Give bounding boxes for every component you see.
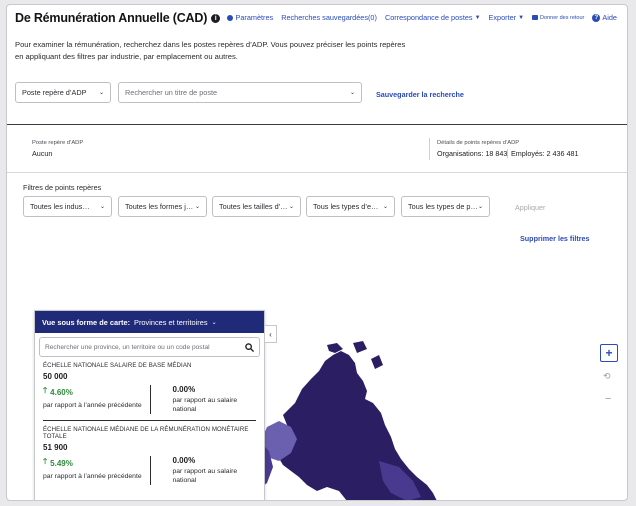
divider [7,124,627,125]
arrow-up-icon: 🡑 [43,457,48,466]
feedback-link[interactable]: Donner des retour [532,15,584,21]
stat-title: ÉCHELLE NATIONALE SALAIRE DE BASE MÉDIAN [43,362,192,369]
collapse-panel-button[interactable]: ‹ [265,325,277,343]
legal-form-filter[interactable]: Toutes les formes j… ⌄ [118,196,207,217]
legal-form-filter-value: Toutes les formes j… [125,202,194,211]
stat-note: par rapport à l’année précédente [43,402,142,409]
reset-icon[interactable]: ⟲ [603,371,611,382]
stat-block-base-salary: ÉCHELLE NATIONALE SALAIRE DE BASE MÉDIAN… [35,362,264,414]
export-label: Exporter [488,13,517,22]
chevron-down-icon: ⌄ [288,204,294,210]
stat-value: 50 000 [43,372,68,381]
stat-pct-value: 0.00% [172,456,196,465]
stat-note: par rapport au salaire national [172,468,238,484]
size-filter-value: Toutes les tailles d’… [219,202,288,211]
job-title-placeholder: Rechercher un titre de poste [125,88,218,97]
intro-text: Pour examiner la rémunération, recherche… [15,40,406,61]
chevron-down-icon: ⌄ [99,204,105,210]
employment-type-filter-value: Tous les types d’e… [313,202,379,211]
benchmark-value: Aucun [32,149,53,158]
region-search-placeholder: Rechercher une province, un territoire o… [45,343,210,351]
gear-icon [227,14,234,21]
arrow-up-icon: 🡑 [43,386,48,395]
stat-pct: 🡑 4.60% [43,385,144,399]
minus-icon[interactable]: − [605,393,611,405]
stat-block-total-cash: ÉCHELLE NATIONALE MÉDIANE DE LA RÉMUNÉRA… [35,426,264,485]
chevron-down-icon: ⌄ [382,204,388,210]
job-match-label: Correspondance de postes [384,13,473,22]
clear-filters-link[interactable]: Supprimer les filtres [520,234,590,243]
industry-filter[interactable]: Toutes les indus… ⌄ [23,196,112,217]
saved-searches-label: Recherches sauvegardées(0) [281,13,377,22]
stat-pct-value: 4.60% [50,387,73,397]
divider [429,138,430,160]
saved-searches-link[interactable]: Recherches sauvegardées(0) [281,13,377,22]
stat-col-national: 0.00% par rapport au salaire national [149,385,257,414]
benchmark-select-value: Poste repère d’ADP [22,88,87,97]
app-window: De Rémunération Annuelle (CAD) i Paramèt… [6,4,628,501]
chevron-down-icon: ⌄ [349,90,355,96]
chevron-down-icon: ▼ [518,14,525,21]
title-row: De Rémunération Annuelle (CAD) i [15,11,221,25]
benchmark-select[interactable]: Poste repère d’ADP ⌄ [15,82,111,103]
params-label: Paramètres [235,13,274,22]
territories-shape[interactable] [277,351,437,501]
map-view-label: Vue sous forme de carte: [42,317,131,327]
chevron-down-icon: ▼ [474,14,481,21]
industry-filter-value: Toutes les indus… [30,202,90,211]
export-menu[interactable]: Exporter ▼ [489,13,525,22]
help-icon: ? [592,13,601,22]
zoom-in-button[interactable]: + [600,344,618,362]
map-view-selector[interactable]: Vue sous forme de carte: Provinces et te… [35,311,264,333]
top-nav: Paramètres Recherches sauvegardées(0) Co… [227,13,617,22]
help-link[interactable]: ? Aide [592,13,617,22]
benchmark-label: Poste repère d’ADP [32,140,84,146]
help-label: Aide [602,13,617,22]
chevron-down-icon: ⌄ [211,319,217,326]
chevron-down-icon: ⌄ [98,90,104,96]
stat-row: 🡑 5.49% par rapport à l’année précédente… [43,456,256,485]
divider [7,172,627,173]
organisations-count: Organisations: 18 843 [437,149,508,158]
chevron-down-icon: ⌄ [194,204,200,210]
stat-col-previous-year: 🡑 5.49% par rapport à l’année précédente [43,456,150,485]
search-icon[interactable] [245,342,254,352]
apply-button[interactable]: Appliquer [515,203,545,212]
divider [507,149,508,158]
stats-panel: Vue sous forme de carte: Provinces et te… [34,310,265,500]
stat-value: 51 900 [43,443,68,452]
stat-row: 🡑 4.60% par rapport à l’année précédente… [43,385,256,414]
stat-pct-value: 0.00% [172,385,196,394]
size-filter[interactable]: Toutes les tailles d’… ⌄ [212,196,301,217]
chevron-left-icon: ‹ [269,329,272,339]
region-search-input[interactable]: Rechercher une province, un territoire o… [39,337,260,357]
map-view-value: Provinces et territoires [134,317,208,327]
job-match-menu[interactable]: Correspondance de postes ▼ [385,13,481,22]
save-search-link[interactable]: Sauvegarder la recherche [376,90,464,99]
stat-note: par rapport au salaire national [172,397,238,413]
divider [43,420,256,421]
params-link[interactable]: Paramètres [227,13,273,22]
employees-count: Employés: 2 436 481 [511,149,579,158]
feedback-label: Donner des retour [540,14,585,21]
chat-icon [532,15,539,20]
pay-type-filter-value: Tous les types de p… [408,202,478,211]
stat-col-national: 0.00% par rapport au salaire national [149,456,257,485]
page-title: De Rémunération Annuelle (CAD) [15,11,208,25]
plus-icon: + [605,346,613,360]
filters-label: Filtres de points repères [23,183,102,192]
job-title-search[interactable]: Rechercher un titre de poste ⌄ [118,82,362,103]
stat-title: ÉCHELLE NATIONALE MÉDIANE DE LA RÉMUNÉRA… [43,426,249,440]
points-label: Détails de points repères d’ADP [437,140,520,146]
pay-type-filter[interactable]: Tous les types de p… ⌄ [401,196,490,217]
stat-note: par rapport à l’année précédente [43,473,142,480]
stat-col-previous-year: 🡑 4.60% par rapport à l’année précédente [43,385,150,414]
stat-pct-value: 5.49% [50,458,73,468]
stat-pct: 🡑 5.49% [43,456,144,470]
info-icon[interactable]: i [211,14,221,23]
employment-type-filter[interactable]: Tous les types d’e… ⌄ [306,196,395,217]
chevron-down-icon: ⌄ [477,204,483,210]
